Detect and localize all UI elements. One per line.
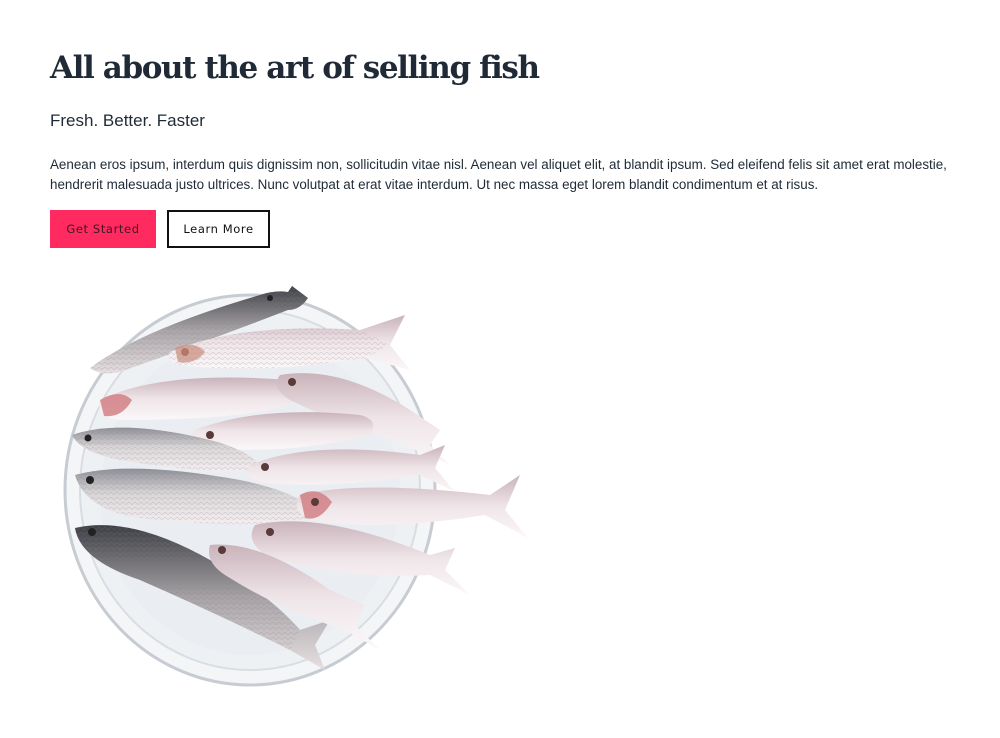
page-title: All about the art of selling fish [50,50,540,86]
intro-paragraph: Aenean eros ipsum, interdum quis digniss… [50,157,947,192]
fish-plate-image [60,270,540,690]
learn-more-button[interactable]: Learn More [167,210,270,248]
page-subtitle: Fresh. Better. Faster [50,111,205,130]
get-started-button[interactable]: Get Started [50,210,156,248]
